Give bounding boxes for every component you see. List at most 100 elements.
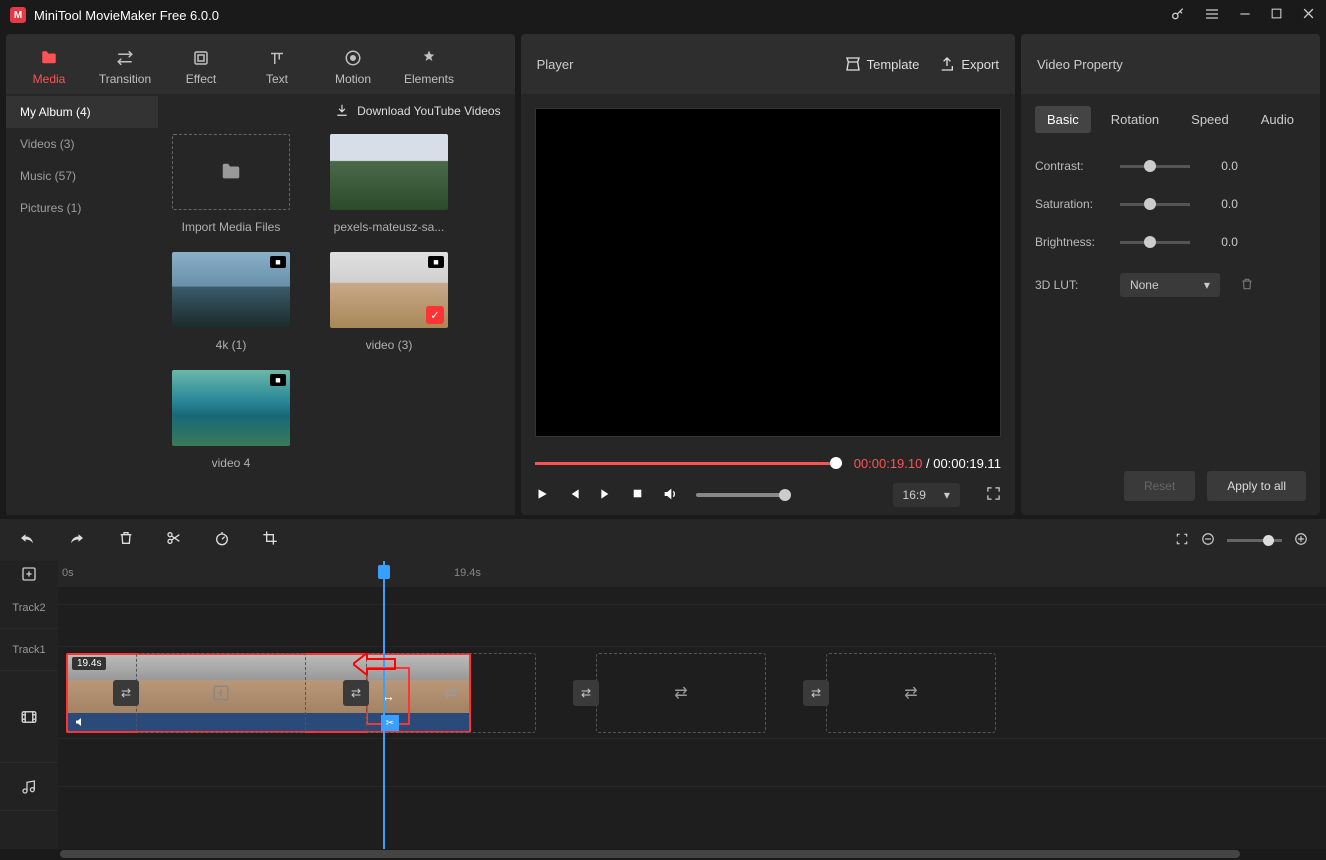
volume-slider[interactable] <box>696 493 791 497</box>
tab-label: Transition <box>99 72 151 86</box>
zoom-in-button[interactable] <box>1294 532 1308 549</box>
redo-button[interactable] <box>68 529 86 552</box>
media-item[interactable]: ■ video 4 <box>166 370 296 470</box>
tab-transition[interactable]: Transition <box>87 42 163 86</box>
swap-icon[interactable]: ⇄ <box>803 680 829 706</box>
saturation-slider[interactable] <box>1120 203 1190 206</box>
tab-motion[interactable]: Motion <box>315 42 391 86</box>
horizontal-scrollbar[interactable] <box>0 849 1326 859</box>
lut-label: 3D LUT: <box>1035 278 1110 292</box>
media-item[interactable]: ■ 4k (1) <box>166 252 296 352</box>
player-title: Player <box>537 57 825 72</box>
activate-icon[interactable] <box>1170 6 1186 25</box>
media-sidebar: My Album (4) Videos (3) Music (57) Pictu… <box>6 94 158 515</box>
media-area: Download YouTube Videos Import Media Fil… <box>158 94 515 515</box>
contrast-slider[interactable] <box>1120 165 1190 168</box>
brightness-slider[interactable] <box>1120 241 1190 244</box>
tab-label: Media <box>33 72 66 86</box>
sidebar-item-myalbum[interactable]: My Album (4) <box>6 96 158 128</box>
saturation-value: 0.0 <box>1200 197 1238 211</box>
fullscreen-button[interactable] <box>986 486 1001 504</box>
video-track-row[interactable]: 19.4s ↔ ✂ ⇄ ⇄⇄ ⇄⇄ <box>58 647 1326 739</box>
play-button[interactable] <box>535 487 549 504</box>
delete-lut-button[interactable] <box>1240 277 1254 294</box>
sidebar-item-videos[interactable]: Videos (3) <box>6 128 158 160</box>
saturation-label: Saturation: <box>1035 197 1110 211</box>
prev-frame-button[interactable] <box>567 487 581 504</box>
video-preview[interactable] <box>535 108 1001 437</box>
tab-label: Elements <box>404 72 454 86</box>
prop-tab-audio[interactable]: Audio <box>1249 106 1306 133</box>
download-icon <box>335 103 349 120</box>
speed-button[interactable] <box>214 530 230 551</box>
split-button[interactable] <box>166 530 182 551</box>
volume-button[interactable] <box>662 486 678 505</box>
maximize-button[interactable] <box>1270 7 1283 23</box>
stop-button[interactable] <box>631 487 644 503</box>
delete-button[interactable] <box>118 530 134 551</box>
chevron-down-icon: ▾ <box>944 488 950 502</box>
next-frame-button[interactable] <box>599 487 613 504</box>
media-item[interactable]: ■ ✓ video (3) <box>324 252 454 352</box>
zoom-slider[interactable] <box>1227 539 1282 542</box>
track-label[interactable]: Track2 <box>0 587 58 629</box>
timecode: 00:00:19.10 / 00:00:19.11 <box>854 456 1001 471</box>
video-badge-icon: ■ <box>270 256 286 268</box>
zoom-out-button[interactable] <box>1201 532 1215 549</box>
seek-slider[interactable] <box>535 462 842 465</box>
player-panel: Player Template Export 00:00:19.10 / 00:… <box>521 34 1015 515</box>
swap-icon[interactable]: ⇄ <box>113 680 139 706</box>
fit-timeline-button[interactable] <box>1175 532 1189 549</box>
ruler-mark: 0s <box>62 567 74 579</box>
playhead[interactable] <box>383 561 385 849</box>
prop-tab-basic[interactable]: Basic <box>1035 106 1091 133</box>
video-track-icon[interactable] <box>0 671 58 763</box>
undo-button[interactable] <box>18 529 36 552</box>
export-button[interactable]: Export <box>939 56 999 72</box>
import-media-button[interactable]: Import Media Files <box>166 134 296 234</box>
audio-track-row[interactable] <box>58 739 1326 787</box>
check-icon: ✓ <box>426 306 444 324</box>
annotation-arrow-icon <box>353 653 397 675</box>
template-button[interactable]: Template <box>845 56 920 72</box>
effect-icon <box>192 48 210 68</box>
download-youtube-link[interactable]: Download YouTube Videos <box>357 104 500 118</box>
prop-tab-rotation[interactable]: Rotation <box>1099 106 1171 133</box>
tab-effect[interactable]: Effect <box>163 42 239 86</box>
apply-all-button[interactable]: Apply to all <box>1207 471 1306 501</box>
track-label[interactable]: Track1 <box>0 629 58 671</box>
minimize-button[interactable] <box>1238 7 1252 24</box>
tracks-area[interactable]: 0s 19.4s 19.4s ↔ ✂ <box>58 561 1326 849</box>
track-labels: Track2 Track1 <box>0 561 58 849</box>
prop-tab-speed[interactable]: Speed <box>1179 106 1241 133</box>
brightness-label: Brightness: <box>1035 235 1110 249</box>
transition-icon <box>116 48 134 68</box>
aspect-ratio-select[interactable]: 16:9▾ <box>893 483 960 507</box>
add-track-button[interactable] <box>0 561 58 587</box>
audio-track-icon[interactable] <box>0 763 58 811</box>
sidebar-item-music[interactable]: Music (57) <box>6 160 158 192</box>
reset-button[interactable]: Reset <box>1124 471 1195 501</box>
swap-icon[interactable]: ⇄ <box>343 680 369 706</box>
clip-dropzone[interactable]: ⇄⇄ <box>596 653 766 733</box>
contrast-value: 0.0 <box>1200 159 1238 173</box>
close-button[interactable] <box>1301 6 1316 24</box>
time-ruler[interactable]: 0s 19.4s <box>58 561 1326 587</box>
track-row[interactable] <box>58 587 1326 605</box>
swap-icon[interactable]: ⇄ <box>573 680 599 706</box>
chevron-down-icon: ▾ <box>1204 278 1210 292</box>
contrast-label: Contrast: <box>1035 159 1110 173</box>
clip-dropzone[interactable]: ⇄ <box>136 653 306 733</box>
crop-button[interactable] <box>262 530 278 551</box>
clip-dropzone[interactable]: ⇄⇄ <box>826 653 996 733</box>
lut-select[interactable]: None▾ <box>1120 273 1220 297</box>
tab-elements[interactable]: Elements <box>391 42 467 86</box>
tab-media[interactable]: Media <box>11 42 87 86</box>
menu-icon[interactable] <box>1204 6 1220 25</box>
tab-text[interactable]: Text <box>239 42 315 86</box>
folder-icon <box>39 48 59 68</box>
track-row[interactable] <box>58 605 1326 647</box>
sidebar-item-pictures[interactable]: Pictures (1) <box>6 192 158 224</box>
media-item[interactable]: pexels-mateusz-sa... <box>324 134 454 234</box>
media-label: video 4 <box>212 456 251 470</box>
